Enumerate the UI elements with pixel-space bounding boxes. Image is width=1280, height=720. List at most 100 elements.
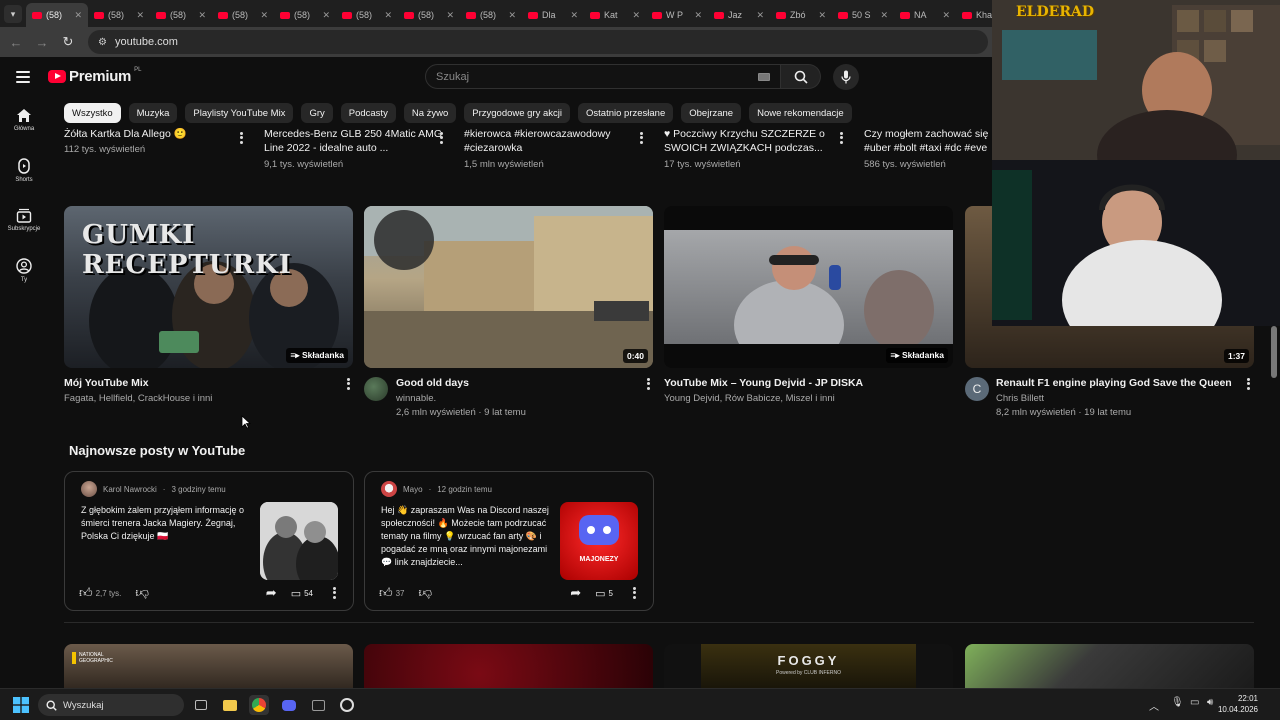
close-tab-icon[interactable]: ✕ xyxy=(508,10,516,21)
video-title[interactable]: YouTube Mix – Young Dejvid - JP DISKA xyxy=(664,377,863,389)
close-tab-icon[interactable]: ✕ xyxy=(74,10,82,21)
youtube-premium-logo[interactable]: Premium PL xyxy=(48,67,141,85)
dislike-icon[interactable]: 👍︎ xyxy=(419,585,433,601)
author-avatar[interactable] xyxy=(381,481,397,497)
close-tab-icon[interactable]: ✕ xyxy=(694,10,702,21)
share-icon[interactable]: ➦ xyxy=(266,585,277,601)
more-options-icon[interactable] xyxy=(436,131,446,145)
community-post[interactable]: Mayo · 12 godzin temu Hej 👋 zapraszam Wa… xyxy=(364,471,654,611)
forward-button[interactable]: → xyxy=(32,32,52,52)
chip-live[interactable]: Na żywo xyxy=(403,103,457,123)
browser-tab[interactable]: 50 S ✕ xyxy=(832,3,894,27)
volume-icon[interactable]: 🔊︎ xyxy=(1207,697,1213,708)
share-icon[interactable]: ➦ xyxy=(570,585,581,601)
chip-new-to-you[interactable]: Nowe rekomendacje xyxy=(749,103,852,123)
browser-tab[interactable]: (58) ✕ xyxy=(336,3,398,27)
obs-icon[interactable] xyxy=(337,695,357,715)
close-tab-icon[interactable]: ✕ xyxy=(260,10,268,21)
video-thumbnail[interactable]: NATIONAL GEOGRAPHIC xyxy=(64,644,353,694)
browser-tab[interactable]: W P ✕ xyxy=(646,3,708,27)
browser-tab[interactable]: NA ✕ xyxy=(894,3,956,27)
close-tab-icon[interactable]: ✕ xyxy=(384,10,392,21)
close-tab-icon[interactable]: ✕ xyxy=(756,10,764,21)
post-image[interactable]: MAJONEZY xyxy=(560,502,638,580)
close-tab-icon[interactable]: ✕ xyxy=(632,10,640,21)
post-image[interactable] xyxy=(260,502,338,580)
channel-avatar[interactable]: C xyxy=(965,377,989,401)
video-thumbnail[interactable]: FOGGY Powered by CLUB INFERNO xyxy=(664,644,953,694)
close-tab-icon[interactable]: ✕ xyxy=(570,10,578,21)
close-tab-icon[interactable]: ✕ xyxy=(818,10,826,21)
keyboard-icon[interactable] xyxy=(758,72,770,81)
url-field[interactable]: ⚙ youtube.com xyxy=(88,30,988,54)
video-thumbnail[interactable]: ≡▸ Składanka xyxy=(664,206,953,368)
video-title[interactable]: Żółta Kartka Dla Allego 🙂 xyxy=(64,127,244,141)
rail-item-subscriptions[interactable]: Subskrypcje xyxy=(0,199,48,249)
video-channel[interactable]: winnable. xyxy=(396,393,436,404)
more-options-icon[interactable] xyxy=(836,131,846,145)
community-post[interactable]: Karol Nawrocki · 3 godziny temu Z głębok… xyxy=(64,471,354,611)
chip-music[interactable]: Muzyka xyxy=(128,103,178,123)
video-title[interactable]: Renault F1 engine playing God Save the Q… xyxy=(996,377,1232,389)
browser-tab[interactable]: (58) ✕ xyxy=(26,3,88,27)
browser-tab[interactable]: Dla ✕ xyxy=(522,3,584,27)
tab-search-button[interactable]: ▾ xyxy=(4,5,22,23)
voice-search-button[interactable] xyxy=(833,64,859,90)
taskbar-clock[interactable]: 22:01 10.04.2026 xyxy=(1218,693,1258,715)
video-title[interactable]: Mercedes-Benz GLB 250 4Matic AMG Line 20… xyxy=(264,127,444,155)
back-button[interactable]: ← xyxy=(6,32,26,52)
like-icon[interactable]: 👍︎ xyxy=(79,585,93,601)
browser-tab[interactable]: (58) ✕ xyxy=(88,3,150,27)
app-icon[interactable] xyxy=(308,695,328,715)
file-explorer-icon[interactable] xyxy=(220,695,240,715)
close-tab-icon[interactable]: ✕ xyxy=(136,10,144,21)
post-author[interactable]: Karol Nawrocki xyxy=(103,485,157,494)
browser-tab[interactable]: Jaz ✕ xyxy=(708,3,770,27)
video-channel[interactable]: Chris Billett xyxy=(996,393,1044,404)
video-title[interactable]: ♥ Poczciwy Krzychu SZCZERZE o SWOICH ZWI… xyxy=(664,127,844,155)
more-options-icon[interactable] xyxy=(636,131,646,145)
video-thumbnail[interactable]: 0:40 xyxy=(364,206,653,368)
close-tab-icon[interactable]: ✕ xyxy=(322,10,330,21)
chip-mix-playlists[interactable]: Playlisty YouTube Mix xyxy=(185,103,294,123)
more-options-icon[interactable] xyxy=(343,377,353,391)
dislike-icon[interactable]: 👍︎ xyxy=(135,585,149,601)
chip-recently-uploaded[interactable]: Ostatnio przesłane xyxy=(578,103,674,123)
site-info-icon[interactable]: ⚙ xyxy=(98,37,107,48)
chrome-icon[interactable] xyxy=(249,695,269,715)
browser-tab[interactable]: Kat ✕ xyxy=(584,3,646,27)
video-title[interactable]: Czy mogłem zachować się #uber #bolt #tax… xyxy=(864,127,992,155)
microphone-tray-icon[interactable]: 🎙︎ xyxy=(1171,697,1184,708)
reload-button[interactable]: ↻ xyxy=(58,32,78,52)
task-view-icon[interactable] xyxy=(191,695,211,715)
comment-icon[interactable]: ▭ xyxy=(595,587,605,600)
chip-action-adventure[interactable]: Przygodowe gry akcji xyxy=(464,103,571,123)
rail-item-home[interactable]: Główna xyxy=(0,99,48,149)
network-icon[interactable]: ▭ xyxy=(1190,697,1199,708)
more-options-icon[interactable] xyxy=(236,131,246,145)
page-scrollbar[interactable] xyxy=(1271,326,1277,378)
chip-all[interactable]: Wszystko xyxy=(64,103,121,123)
video-thumbnail[interactable]: GUMKI RECEPTURKI ≡▸ Składanka xyxy=(64,206,353,368)
video-title[interactable]: Mój YouTube Mix xyxy=(64,377,149,389)
browser-tab[interactable]: Zbó ✕ xyxy=(770,3,832,27)
browser-tab[interactable]: (58) ✕ xyxy=(150,3,212,27)
post-author[interactable]: Mayo xyxy=(403,485,423,494)
browser-tab[interactable]: (58) ✕ xyxy=(274,3,336,27)
browser-tab[interactable]: (58) ✕ xyxy=(460,3,522,27)
close-tab-icon[interactable]: ✕ xyxy=(880,10,888,21)
rail-item-you[interactable]: Ty xyxy=(0,249,48,299)
browser-tab[interactable]: (58) ✕ xyxy=(398,3,460,27)
author-avatar[interactable] xyxy=(81,481,97,497)
menu-icon[interactable] xyxy=(16,71,30,83)
more-options-icon[interactable] xyxy=(329,586,339,600)
windows-start-icon[interactable] xyxy=(13,697,29,713)
video-thumbnail[interactable] xyxy=(364,644,653,694)
like-icon[interactable]: 👍︎ xyxy=(379,585,393,601)
video-title[interactable]: #kierowca #kierowcazawodowy #ciezarowka xyxy=(464,127,644,155)
search-input[interactable]: Szukaj xyxy=(425,64,781,89)
close-tab-icon[interactable]: ✕ xyxy=(446,10,454,21)
taskbar-search[interactable]: Wyszukaj xyxy=(38,694,184,716)
chip-podcasts[interactable]: Podcasty xyxy=(340,103,396,123)
video-title[interactable]: Good old days xyxy=(396,377,469,389)
